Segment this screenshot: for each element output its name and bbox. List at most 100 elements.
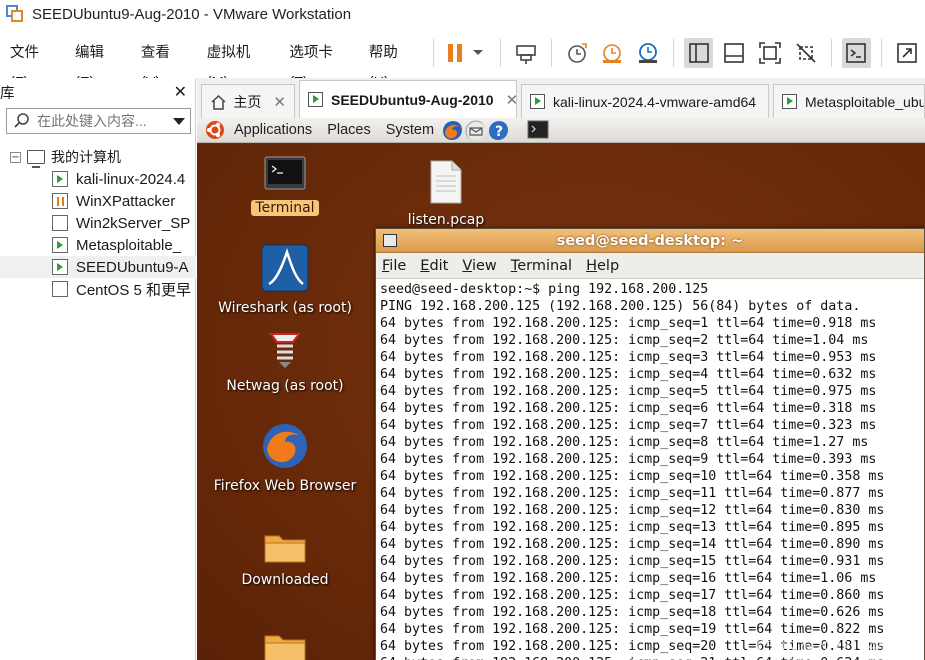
close-icon[interactable]: ✕ — [273, 93, 286, 111]
desktop-icon-label: listen.pcap — [407, 212, 485, 228]
desktop-icon-label: Firefox Web Browser — [213, 478, 357, 494]
terminal-line: 64 bytes from 192.168.200.125: icmp_seq=… — [380, 469, 885, 484]
close-icon[interactable]: ✕ — [506, 91, 516, 109]
tab-label: 主页 — [233, 93, 262, 110]
vm-running-icon — [308, 92, 323, 107]
search-input[interactable] — [37, 113, 162, 129]
terminal-line: 64 bytes from 192.168.200.125: icmp_seq=… — [380, 367, 877, 382]
home-icon — [211, 94, 226, 110]
ubuntu-logo-icon[interactable] — [205, 120, 225, 140]
toolbar-separator — [550, 39, 552, 67]
chevron-down-icon[interactable] — [173, 117, 185, 125]
desktop-icon-label: Terminal — [251, 200, 319, 216]
tree-item-seedubuntu[interactable]: SEEDUbuntu9-A — [0, 256, 196, 278]
desktop-icon-firefox[interactable]: Firefox Web Browser — [210, 422, 360, 494]
close-icon[interactable]: ✕ — [768, 93, 769, 111]
snapshot-manager-button[interactable] — [633, 38, 663, 68]
desktop-icon-folder[interactable] — [210, 630, 360, 660]
close-icon[interactable]: ✕ — [174, 82, 187, 102]
library-header: 库 ✕ — [0, 78, 195, 106]
menu-vm[interactable]: 虚拟机(M) — [198, 38, 281, 91]
desktop-icon-netwag[interactable]: Netwag (as root) — [210, 330, 360, 394]
terminal-menu-file[interactable]: File — [382, 258, 406, 274]
vmware-logo-icon — [6, 5, 24, 23]
terminal-menu-edit[interactable]: Edit — [420, 258, 448, 274]
netwag-icon — [269, 333, 301, 368]
tree-item-label: SEEDUbuntu9-A — [76, 258, 189, 276]
library-title: 库 — [0, 85, 15, 102]
vm-running-icon — [52, 171, 68, 187]
terminal-line: 64 bytes from 192.168.200.125: icmp_seq=… — [380, 401, 877, 416]
toolbar-separator — [881, 39, 883, 67]
collapse-icon[interactable]: − — [10, 151, 21, 163]
menu-help[interactable]: 帮助(H) — [360, 38, 427, 91]
firefox-launcher-icon[interactable] — [442, 120, 463, 140]
menu-file[interactable]: 文件(F) — [0, 38, 66, 91]
tab-home[interactable]: 主页 ✕ — [201, 84, 295, 118]
help-launcher-icon[interactable]: ? — [488, 120, 509, 140]
tree-item-centos[interactable]: CentOS 5 和更早 — [0, 278, 196, 300]
terminal-icon — [264, 156, 306, 190]
terminal-line: PING 192.168.200.125 (192.168.200.125) 5… — [380, 299, 861, 314]
console-view-button[interactable] — [719, 38, 749, 68]
terminal-line: seed@seed-desktop:~$ ping 192.168.200.12… — [380, 282, 709, 297]
menu-tabs[interactable]: 选项卡(T) — [280, 38, 359, 91]
console-view-icon — [724, 43, 745, 63]
terminal-menu-bar: File Edit View Terminal Help — [376, 253, 924, 279]
terminal-menu-terminal[interactable]: Terminal — [511, 258, 572, 274]
mail-launcher-icon[interactable] — [465, 120, 486, 140]
tab-label: SEEDUbuntu9-Aug-2010 — [331, 91, 494, 108]
tab-seedubuntu[interactable]: SEEDUbuntu9-Aug-2010 ✕ — [299, 80, 517, 118]
tab-kali[interactable]: kali-linux-2024.4-vmware-amd64 ✕ — [521, 84, 769, 118]
guest-screen[interactable]: Applications Places System ? Terminal li… — [197, 118, 925, 660]
power-dropdown-button[interactable] — [469, 38, 487, 68]
unity-button[interactable] — [791, 38, 821, 68]
desktop-icon-downloaded[interactable]: Downloaded — [210, 530, 360, 588]
terminal-window[interactable]: seed@seed-desktop: ~ File Edit View Term… — [375, 228, 925, 660]
menu-edit[interactable]: 编辑(E) — [66, 38, 132, 91]
take-snapshot-button[interactable] — [562, 38, 592, 68]
console-terminal-button[interactable] — [841, 38, 872, 68]
tree-item-winxp[interactable]: WinXPattacker — [0, 190, 196, 212]
revert-snapshot-button[interactable] — [597, 38, 627, 68]
stretch-guest-button[interactable] — [892, 38, 922, 68]
tree-item-win2k[interactable]: Win2kServer_SP — [0, 212, 196, 234]
pause-button[interactable] — [443, 38, 467, 68]
desktop-icon-listen-pcap[interactable]: listen.pcap — [371, 160, 521, 228]
terminal-output[interactable]: seed@seed-desktop:~$ ping 192.168.200.12… — [376, 279, 924, 660]
tree-root-my-computer[interactable]: − 我的计算机 — [0, 146, 196, 168]
tab-label: Metasploitable_ubur — [805, 93, 925, 110]
tab-label: kali-linux-2024.4-vmware-amd64 — [553, 93, 757, 110]
vm-icon — [52, 215, 68, 231]
tab-metasploitable[interactable]: Metasploitable_ubur — [773, 84, 925, 118]
show-library-button[interactable] — [683, 38, 714, 68]
toolbar-separator — [830, 39, 832, 67]
terminal-line: 64 bytes from 192.168.200.125: icmp_seq=… — [380, 333, 869, 348]
panel-menu-system[interactable]: System — [386, 122, 434, 138]
terminal-launcher-icon[interactable] — [527, 120, 549, 140]
send-ctrl-alt-del-button[interactable] — [511, 38, 541, 68]
vm-tab-bar: 主页 ✕ SEEDUbuntu9-Aug-2010 ✕ kali-linux-2… — [197, 78, 925, 118]
terminal-menu-help[interactable]: Help — [586, 258, 619, 274]
panel-menu-places[interactable]: Places — [327, 122, 371, 138]
fullscreen-button[interactable] — [755, 38, 785, 68]
folder-icon — [264, 635, 306, 660]
unity-icon — [796, 43, 816, 63]
desktop-icon-terminal[interactable]: Terminal — [210, 156, 360, 216]
panel-menu-applications[interactable]: Applications — [234, 122, 312, 138]
terminal-menu-view[interactable]: View — [462, 258, 496, 274]
desktop-icon-wireshark[interactable]: Wireshark (as root) — [210, 244, 360, 316]
terminal-line: 64 bytes from 192.168.200.125: icmp_seq=… — [380, 605, 885, 620]
terminal-line: 64 bytes from 192.168.200.125: icmp_seq=… — [380, 520, 885, 535]
fullscreen-icon — [759, 42, 781, 64]
tree-item-metasploitable[interactable]: Metasploitable_ — [0, 234, 196, 256]
terminal-title-bar[interactable]: seed@seed-desktop: ~ — [376, 229, 924, 253]
vm-icon — [52, 281, 68, 297]
terminal-line: 64 bytes from 192.168.200.125: icmp_seq=… — [380, 537, 885, 552]
menu-view[interactable]: 查看(V) — [132, 38, 198, 91]
library-search[interactable] — [6, 108, 191, 134]
desktop[interactable]: Terminal listen.pcap Wireshark (as root)… — [197, 144, 925, 660]
vm-paused-icon — [52, 193, 68, 209]
tree-item-kali[interactable]: kali-linux-2024.4 — [0, 168, 196, 190]
dropdown-icon — [473, 50, 484, 55]
